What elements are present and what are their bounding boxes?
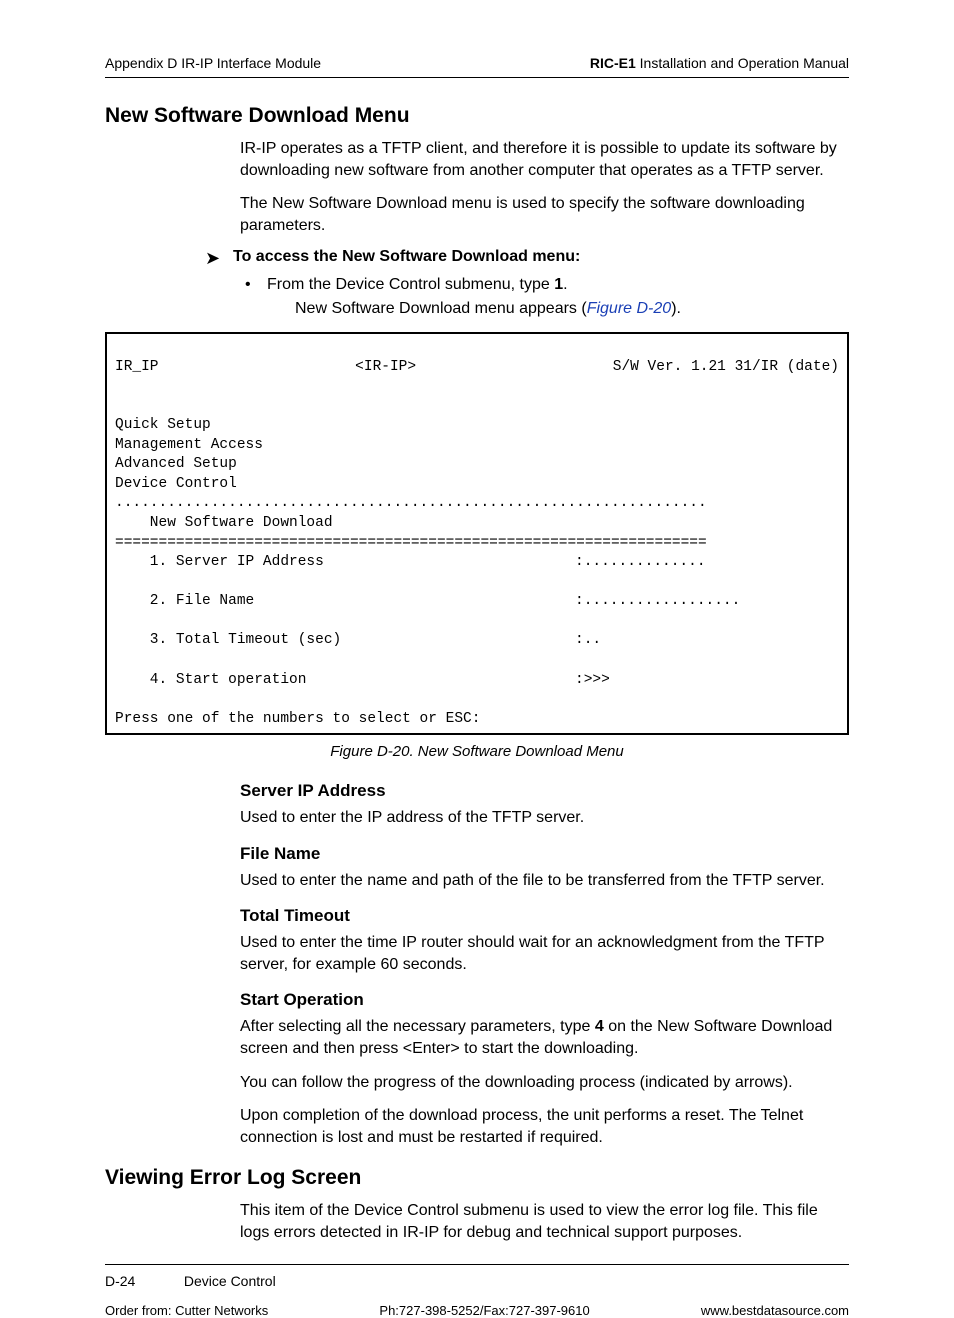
header-left: Appendix D IR-IP Interface Module xyxy=(105,55,321,71)
para-total-timeout: Used to enter the time IP router should … xyxy=(240,932,849,975)
terminal-screenshot: IR_IP<IR-IP>S/W Ver. 1.21 31/IR (date) Q… xyxy=(105,332,849,735)
para-error-log: This item of the Device Control submenu … xyxy=(240,1200,849,1243)
heading-total-timeout: Total Timeout xyxy=(240,905,849,928)
para-file-name: Used to enter the name and path of the f… xyxy=(240,870,849,892)
heading-error-log: Viewing Error Log Screen xyxy=(105,1166,849,1190)
page-number: D-24 xyxy=(105,1273,180,1289)
heading-server-ip: Server IP Address xyxy=(240,780,849,803)
footer-order: Order from: Cutter Networks xyxy=(105,1303,268,1318)
figure-link[interactable]: Figure D-20 xyxy=(587,300,671,317)
figure-caption: Figure D-20. New Software Download Menu xyxy=(105,743,849,760)
para-intro-1: IR-IP operates as a TFTP client, and the… xyxy=(240,138,849,181)
procedure-step: From the Device Control submenu, type 1. xyxy=(267,276,568,294)
heading-file-name: File Name xyxy=(240,843,849,866)
para-start-op-2: You can follow the progress of the downl… xyxy=(240,1072,849,1094)
procedure-result: New Software Download menu appears (Figu… xyxy=(295,300,849,318)
para-intro-2: The New Software Download menu is used t… xyxy=(240,193,849,236)
heading-new-software-download: New Software Download Menu xyxy=(105,104,849,128)
heading-start-operation: Start Operation xyxy=(240,989,849,1012)
header-right: RIC-E1 Installation and Operation Manual xyxy=(590,55,849,71)
procedure-heading: To access the New Software Download menu… xyxy=(233,248,580,266)
bullet-icon: • xyxy=(245,276,267,294)
para-start-op-3: Upon completion of the download process,… xyxy=(240,1105,849,1148)
footer-phone: Ph:727-398-5252/Fax:727-397-9610 xyxy=(379,1303,589,1318)
para-start-op-1: After selecting all the necessary parame… xyxy=(240,1016,849,1059)
running-header: Appendix D IR-IP Interface Module RIC-E1… xyxy=(105,55,849,78)
footer-url: www.bestdatasource.com xyxy=(701,1303,849,1318)
arrow-icon: ➤ xyxy=(205,248,233,270)
para-server-ip: Used to enter the IP address of the TFTP… xyxy=(240,807,849,829)
footer-section: Device Control xyxy=(184,1273,276,1289)
footer: D-24 Device Control Order from: Cutter N… xyxy=(105,1264,849,1318)
